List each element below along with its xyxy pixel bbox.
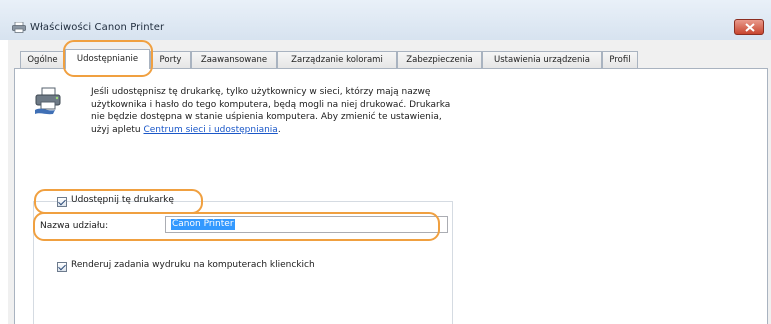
tab-device-settings[interactable]: Ustawienia urządzenia: [482, 51, 602, 68]
sharing-description: Jeśli udostępnisz tę drukarkę, tylko uży…: [91, 86, 461, 136]
window-title: Właściwości Canon Printer: [30, 22, 165, 33]
network-sharing-center-link[interactable]: Centrum sieci i udostępniania: [143, 125, 277, 135]
title-bar: Właściwości Canon Printer: [0, 0, 771, 40]
tab-color-management[interactable]: Zarządzanie kolorami: [277, 51, 397, 68]
render-jobs-label: Renderuj zadania wydruku na komputerach …: [71, 260, 315, 270]
description-suffix: .: [277, 124, 281, 135]
close-icon: [745, 23, 755, 32]
render-jobs-checkbox[interactable]: [57, 262, 67, 272]
highlight-share-name: [33, 212, 440, 241]
tab-ports[interactable]: Porty: [150, 51, 191, 68]
printer-app-icon: [12, 22, 26, 33]
tab-security[interactable]: Zabezpieczenia: [397, 51, 482, 68]
tab-advanced[interactable]: Zaawansowane: [191, 51, 277, 68]
tab-profile[interactable]: Profil: [602, 51, 638, 68]
tab-sharing[interactable]: Udostępnianie: [65, 49, 150, 69]
highlight-share-checkbox: [34, 189, 203, 214]
close-button[interactable]: [734, 19, 764, 35]
tab-general[interactable]: Ogólne: [20, 51, 65, 68]
shared-printer-icon: [35, 87, 61, 115]
